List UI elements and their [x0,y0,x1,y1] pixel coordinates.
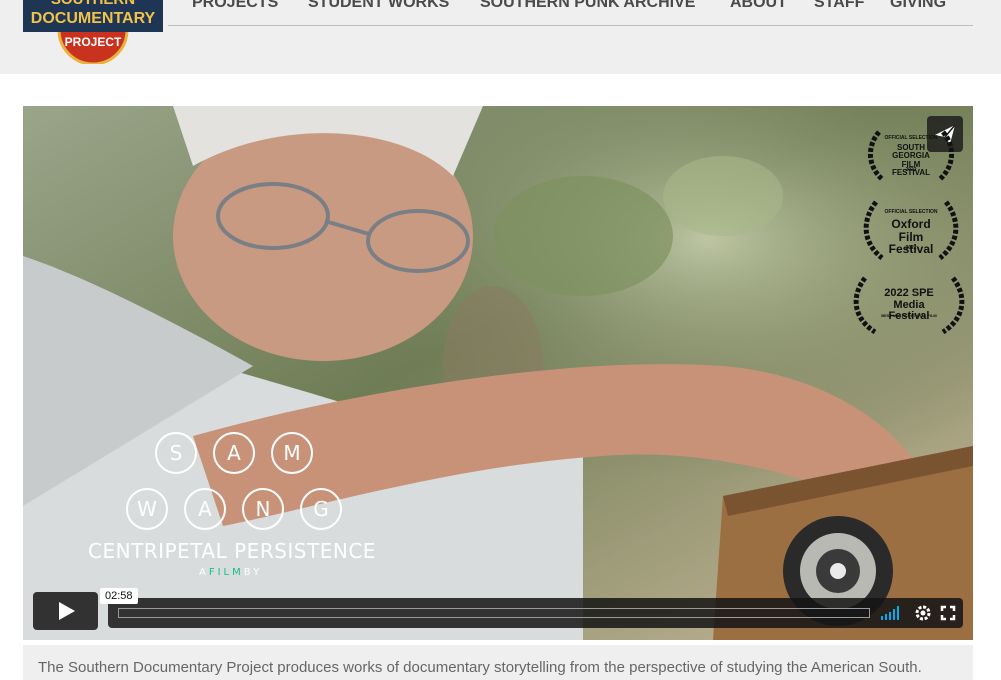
main-nav: PROJECTS STUDENT WORKS SOUTHERN PUNK ARC… [168,0,973,26]
settings-gear-icon[interactable] [913,604,933,622]
laurel-south-georgia: OFFICIAL SELECTION SOUTH GEORGIA FILM FE… [861,124,961,184]
nav-giving[interactable]: GIVING [890,0,946,12]
logo-line-2: DOCUMENTARY [31,10,156,27]
nav-projects[interactable]: PROJECTS [192,0,278,12]
title-letter: N [242,488,284,530]
intro-text: The Southern Documentary Project produce… [38,659,922,676]
site-header: SOUTHERN DOCUMENTARY PROJECT PROJECTS ST… [0,0,1001,74]
logo-line-1: SOUTHERN [51,0,135,8]
title-letter: M [271,432,313,474]
laurel-spe: 2022 SPE Media Festival BEST MULTICULTUR… [849,274,969,336]
nav-about[interactable]: ABOUT [730,0,787,12]
nav-southern-punk-archive[interactable]: SOUTHERN PUNK ARCHIVE [480,0,695,12]
film-subtitle: CENTRIPETAL PERSISTENCE [88,539,376,563]
site-logo[interactable]: SOUTHERN DOCUMENTARY PROJECT [23,0,163,66]
play-button[interactable] [33,592,98,630]
film-credit-accent: FILM [208,567,244,578]
title-letter: G [300,488,342,530]
laurel-2-top: OFFICIAL SELECTION [884,209,938,215]
laurel-2-bottom: 2022 [905,245,917,251]
timecode-tooltip: 02:58 [100,588,138,604]
film-credit-prefix: A [199,567,209,578]
volume-icon[interactable] [880,604,900,622]
title-letter: W [126,488,168,530]
progress-bar[interactable] [118,608,870,618]
video-player[interactable]: OFFICIAL SELECTION SOUTH GEORGIA FILM FE… [23,106,973,640]
title-letter: A [184,488,226,530]
nav-staff[interactable]: STAFF [814,0,864,12]
nav-student-works[interactable]: STUDENT WORKS [308,0,449,12]
film-credit-suffix: BY [243,567,263,578]
play-icon [59,602,75,620]
laurel-3-bottom: BEST MULTICULTURAL FILM [881,313,937,318]
title-letter: A [213,432,255,474]
title-letter: S [155,432,197,474]
logo-line-3: PROJECT [65,35,122,49]
laurel-1-top: OFFICIAL SELECTION [884,135,938,141]
film-credit: AFILMBY [199,567,262,578]
fullscreen-icon[interactable] [939,604,959,622]
player-control-bar [108,598,963,628]
laurel-oxford: OFFICIAL SELECTION Oxford Film Festival … [858,196,964,262]
laurel-1-bottom: 2022 [905,167,917,173]
